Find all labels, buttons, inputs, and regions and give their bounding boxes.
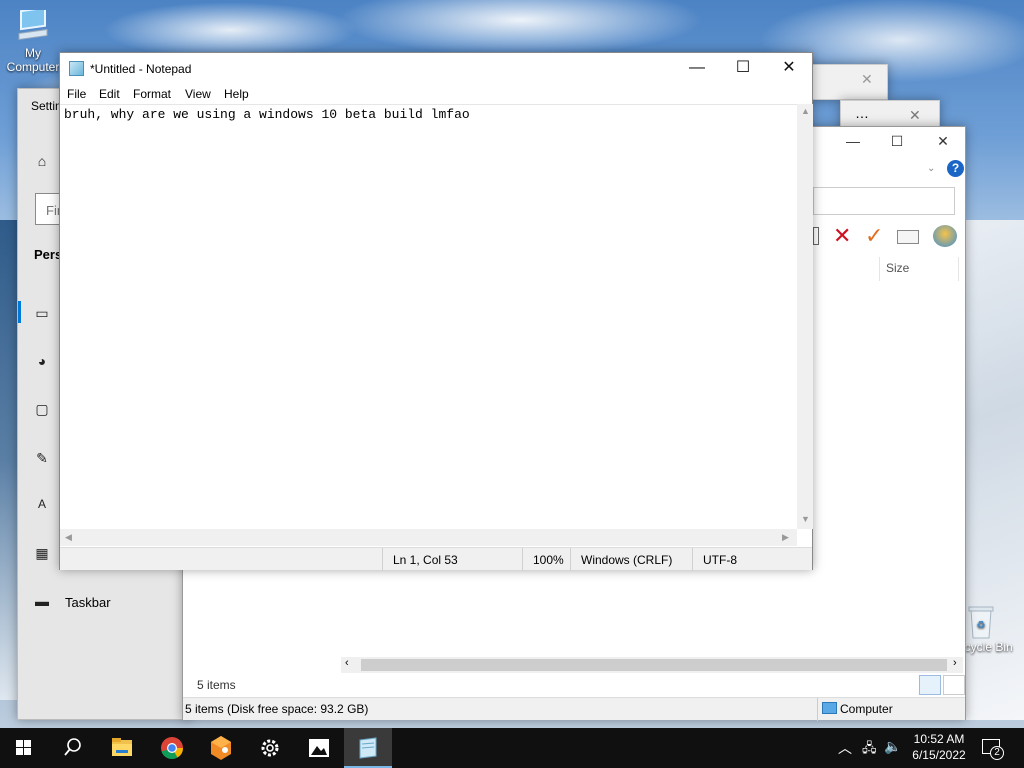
recycle-bin-icon: ♻	[963, 604, 999, 639]
computer-icon	[15, 6, 51, 44]
close-icon[interactable]: ✕	[861, 71, 873, 88]
menu-help[interactable]: Help	[224, 87, 249, 101]
status-location-label: Computer	[840, 702, 893, 716]
chrome-icon	[161, 737, 183, 760]
address-bar[interactable]	[813, 187, 955, 215]
network-icon[interactable]: 🖧	[862, 739, 877, 761]
toolbar: ✕ ✓	[813, 223, 963, 251]
minimize-button[interactable]: —	[674, 53, 720, 83]
menu-format[interactable]: Format	[133, 87, 171, 101]
scroll-down-icon[interactable]: ▼	[801, 514, 810, 524]
notification-badge: 2	[990, 746, 1004, 760]
horizontal-scrollbar[interactable]: ◀ ▶	[60, 529, 797, 546]
close-icon[interactable]: ✕	[909, 107, 921, 124]
scroll-right-icon[interactable]: ▶	[782, 532, 789, 543]
background-window[interactable]: ✕	[810, 64, 888, 100]
svg-text:♻: ♻	[977, 620, 986, 631]
close-icon[interactable]: ✕	[931, 133, 955, 153]
image-icon	[309, 739, 329, 757]
colors-icon: ◕	[37, 353, 47, 369]
desktop-icon-label: My Computer	[6, 46, 60, 74]
items-count: 5 items	[197, 678, 236, 692]
box-app-icon	[211, 736, 231, 760]
search-icon	[64, 738, 81, 756]
large-icons-view-icon[interactable]	[943, 675, 965, 695]
text-editor[interactable]: bruh, why are we using a windows 10 beta…	[60, 104, 797, 529]
scroll-left-icon[interactable]: ‹	[345, 657, 349, 669]
taskbar-icon: ▬	[35, 593, 49, 609]
toolbar-item-icon[interactable]	[813, 227, 819, 245]
maximize-icon[interactable]: ☐	[885, 133, 909, 153]
line-endings: Windows (CRLF)	[570, 548, 692, 571]
details-view-icon[interactable]	[919, 675, 941, 695]
clock-date: 6/15/2022	[912, 748, 966, 762]
notepad-titlebar[interactable]: *Untitled - Notepad — ☐ ✕	[60, 53, 812, 84]
status-location: Computer	[817, 698, 967, 721]
windows-logo-icon	[16, 740, 31, 755]
computer-icon	[822, 702, 837, 714]
taskbar-chrome[interactable]	[148, 728, 196, 768]
notepad-icon	[69, 61, 84, 76]
scroll-left-icon[interactable]: ◀	[65, 532, 72, 543]
encoding: UTF-8	[692, 548, 813, 571]
notepad-icon	[359, 737, 377, 759]
menu-edit[interactable]: Edit	[99, 87, 120, 101]
scrollbar-thumb[interactable]	[361, 659, 947, 671]
properties-icon[interactable]	[897, 230, 919, 244]
taskbar-settings[interactable]	[246, 728, 294, 768]
check-icon[interactable]: ✓	[865, 223, 883, 249]
scroll-up-icon[interactable]: ▲	[801, 106, 810, 116]
notepad-window: *Untitled - Notepad — ☐ ✕ File Edit Form…	[59, 52, 813, 571]
notepad-statusbar: Ln 1, Col 53 100% Windows (CRLF) UTF-8	[60, 547, 813, 571]
start-icon: ▦	[35, 545, 49, 561]
start-button[interactable]	[0, 728, 48, 768]
help-icon[interactable]: ?	[947, 160, 964, 177]
taskbar-file-explorer[interactable]	[98, 728, 146, 768]
clock-time: 10:52 AM	[913, 732, 965, 746]
column-header-size[interactable]: Size	[879, 257, 959, 281]
menubar: File Edit Format View Help	[60, 84, 812, 104]
settings-nav-label: Taskbar	[65, 595, 111, 610]
minimize-icon[interactable]: —	[841, 133, 865, 153]
background-icon: ▭	[35, 305, 49, 321]
disk-free-text: 5 items (Disk free space: 93.2 GB)	[185, 702, 369, 716]
shell-icon[interactable]	[933, 225, 957, 247]
taskbar-app[interactable]	[197, 728, 245, 768]
maximize-button[interactable]: ☐	[720, 53, 766, 83]
more-icon[interactable]: …	[855, 105, 869, 121]
clock[interactable]: 10:52 AM 6/15/2022	[906, 732, 972, 762]
search-button[interactable]	[48, 728, 96, 768]
volume-icon[interactable]: 🔈	[884, 738, 901, 755]
show-hidden-icons-icon[interactable]: ︿	[838, 738, 852, 758]
fonts-icon: A	[37, 497, 46, 511]
chevron-down-icon[interactable]: ⌄	[927, 163, 935, 174]
zoom-level: 100%	[522, 548, 570, 571]
gear-icon	[261, 739, 279, 757]
close-button[interactable]: ✕	[766, 53, 812, 83]
menu-view[interactable]: View	[185, 87, 211, 101]
horizontal-scrollbar[interactable]: ‹ ›	[341, 657, 963, 673]
delete-icon[interactable]: ✕	[833, 223, 851, 249]
taskbar-notepad[interactable]	[344, 728, 392, 768]
themes-icon: ✎	[36, 450, 48, 466]
notepad-title: *Untitled - Notepad	[90, 62, 192, 76]
taskbar-photos[interactable]	[295, 728, 343, 768]
cursor-position: Ln 1, Col 53	[382, 548, 522, 571]
explorer-statusbar: 5 items (Disk free space: 93.2 GB) Compu…	[183, 697, 967, 721]
home-icon: ⌂	[37, 153, 47, 169]
taskbar: ︿ 🖧 🔈 10:52 AM 6/15/2022 2	[0, 728, 1024, 768]
notification-center-icon[interactable]: 2	[982, 739, 1004, 760]
settings-nav-taskbar[interactable]: ▬ Taskbar	[18, 591, 193, 615]
vertical-scrollbar[interactable]: ▲ ▼	[797, 104, 813, 529]
lock-screen-icon: ▢	[35, 401, 49, 417]
menu-file[interactable]: File	[67, 87, 86, 101]
desktop-icon-my-computer[interactable]: My Computer	[0, 6, 68, 74]
folder-icon	[112, 738, 132, 756]
scroll-right-icon[interactable]: ›	[953, 657, 957, 669]
